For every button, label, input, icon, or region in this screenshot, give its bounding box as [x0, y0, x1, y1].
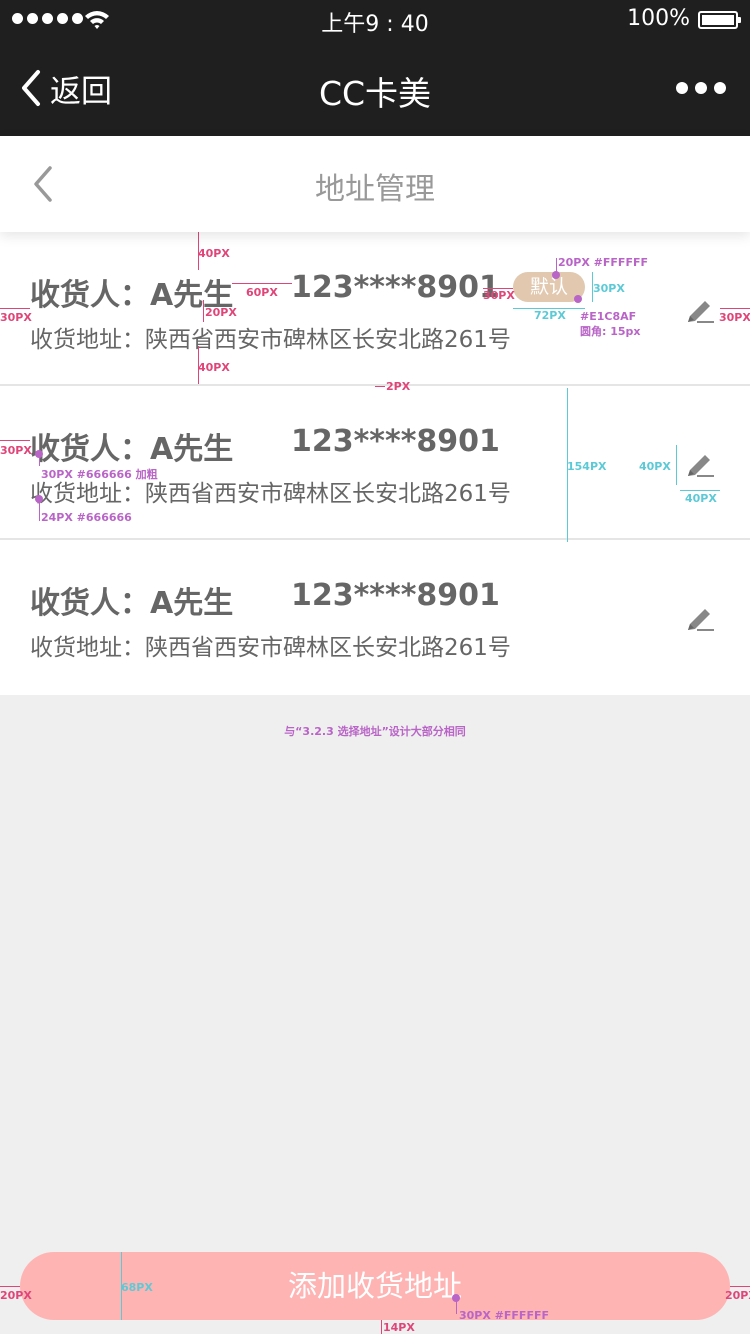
- address-list: 收货人：A先生 123****8901 默认 收货地址：陕西省西安市碑林区长安北…: [0, 232, 750, 695]
- address-item[interactable]: 收货人：A先生 123****8901 收货地址：陕西省西安市碑林区长安北路26…: [0, 540, 750, 695]
- annotation-label: 40PX: [685, 492, 717, 505]
- annotation-label: 20PX #FFFFFF: [558, 256, 648, 269]
- annotation-label: 20PX: [0, 1289, 32, 1302]
- annotation-line: [456, 1298, 457, 1314]
- battery-icon: [698, 11, 741, 29]
- annotation-label: 30PX: [483, 289, 515, 302]
- receiver-name: 收货人：A先生: [30, 432, 234, 467]
- receiver-phone: 123****8901: [291, 424, 500, 459]
- annotation-label: 30PX #666666 加粗: [41, 468, 158, 481]
- annotation-label: 72PX: [534, 309, 566, 322]
- annotation-label: #E1C8AF: [580, 310, 637, 323]
- annotation-label: 68PX: [121, 1281, 153, 1294]
- annotation-label: 20PX: [725, 1289, 750, 1302]
- annotation-line: [232, 283, 292, 284]
- receiver-phone: 123****8901: [291, 270, 500, 305]
- annotation-label: 30PX: [719, 311, 750, 324]
- annotation-line: [556, 258, 557, 272]
- annotation-label: 30PX: [0, 444, 32, 457]
- page-title: 地址管理: [315, 172, 435, 207]
- edit-icon[interactable]: [680, 292, 720, 332]
- annotation-label: 154PX: [567, 460, 607, 473]
- nav-bar: 返回 CC卡美: [0, 40, 750, 136]
- receiver-name: 收货人：A先生: [30, 586, 234, 621]
- annotation-line: [0, 1286, 20, 1287]
- annotation-line: [0, 440, 30, 441]
- nav-title: CC卡美: [318, 74, 432, 113]
- annotation-line: [730, 1286, 750, 1287]
- receiver-phone: 123****8901: [291, 578, 500, 613]
- annotation-label: 30PX: [593, 282, 625, 295]
- annotation-label: 40PX: [198, 361, 230, 374]
- annotation-label: 30PX #FFFFFF: [459, 1309, 549, 1322]
- edit-icon[interactable]: [680, 446, 720, 486]
- annotation-line: [39, 499, 40, 521]
- annotation-line: [676, 445, 677, 485]
- annotation-line: [39, 454, 40, 466]
- annotation-line: [375, 386, 385, 387]
- annotation-label: 14PX: [383, 1321, 415, 1334]
- annotation-dot: [552, 271, 560, 279]
- status-bar: 上午9 : 40 100%: [0, 0, 750, 40]
- annotation-line: [381, 1320, 382, 1334]
- annotation-label: 24PX #666666: [41, 511, 132, 524]
- annotation-line: [0, 308, 30, 309]
- page-header: 地址管理: [0, 136, 750, 232]
- annotation-label: 40PX: [198, 247, 230, 260]
- annotation-label: 60PX: [246, 286, 278, 299]
- address-text: 收货地址：陕西省西安市碑林区长安北路261号: [30, 635, 511, 661]
- annotation-label: 30PX: [0, 311, 32, 324]
- address-text: 收货地址：陕西省西安市碑林区长安北路261号: [30, 327, 511, 353]
- annotation-dot: [574, 295, 582, 303]
- annotation-label: 40PX: [639, 460, 671, 473]
- annotation-label: 20PX: [205, 306, 237, 319]
- battery-percent: 100%: [627, 6, 690, 31]
- annotation-line: [720, 308, 750, 309]
- annotation-line: [680, 490, 720, 491]
- annotation-line: [203, 300, 204, 322]
- more-icon[interactable]: [676, 82, 726, 94]
- edit-icon[interactable]: [680, 600, 720, 640]
- annotation-label: 圆角: 15px: [580, 325, 641, 338]
- design-note: 与“3.2.3 选择地址”设计大部分相同: [284, 725, 466, 738]
- annotation-label: 2PX: [386, 380, 411, 393]
